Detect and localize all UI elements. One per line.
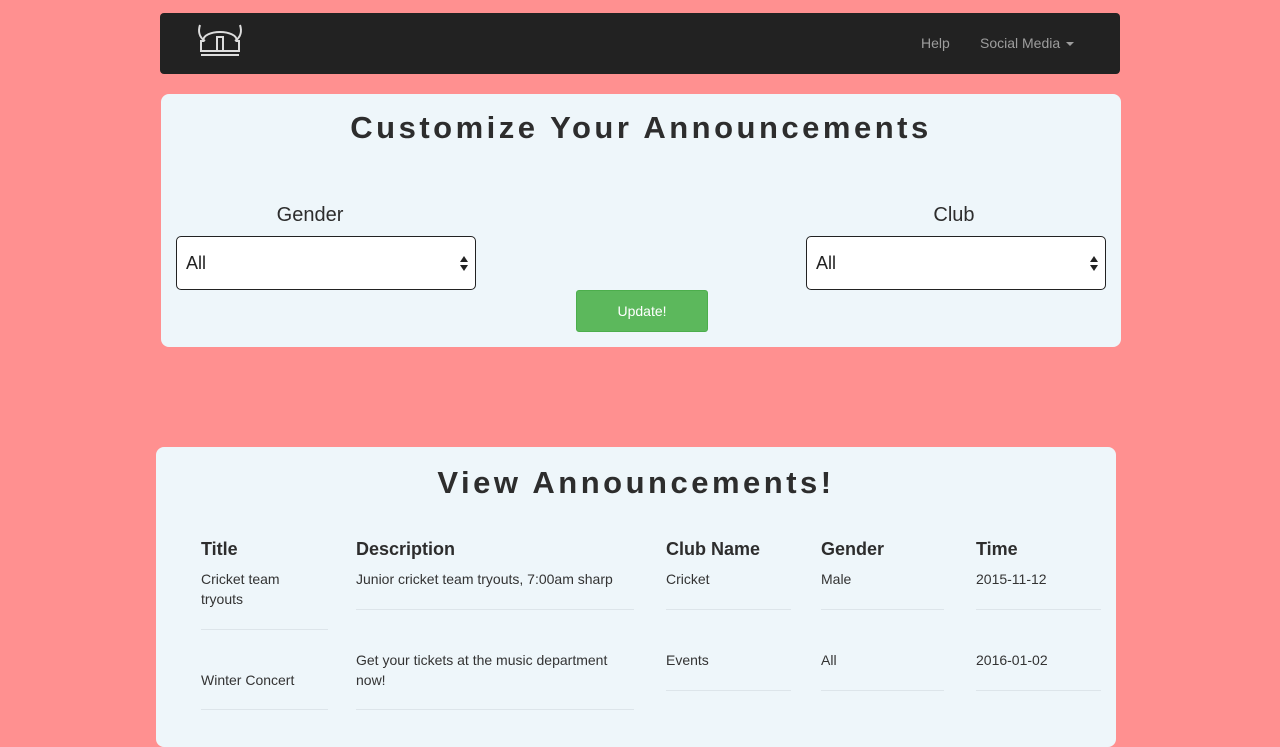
- navbar: Help Social Media: [160, 13, 1120, 74]
- table-cell-gender: All: [821, 652, 837, 668]
- select-arrows-icon: [1089, 255, 1099, 273]
- row-divider: [356, 709, 634, 710]
- club-select-value: All: [816, 253, 837, 273]
- table-cell-time: 2015-11-12: [976, 571, 1047, 587]
- customize-title: Customize Your Announcements: [350, 110, 932, 145]
- table-cell-club: Cricket: [666, 571, 710, 587]
- nav-social-media-dropdown[interactable]: Social Media: [980, 35, 1075, 51]
- row-divider: [666, 609, 791, 610]
- caret-down-icon: [1066, 42, 1075, 47]
- select-arrows-icon: [459, 255, 469, 273]
- row-divider: [666, 690, 791, 691]
- table-cell-club: Events: [666, 652, 709, 668]
- table-cell-description: Get your tickets at the music department…: [356, 652, 608, 688]
- table-cell-gender: Male: [821, 571, 852, 587]
- row-divider: [201, 709, 328, 710]
- view-title: View Announcements!: [437, 465, 835, 500]
- view-announcements-panel: View Announcements! Title Description Cl…: [156, 447, 1116, 747]
- column-header-time: Time: [976, 539, 1018, 559]
- gender-select-value: All: [186, 253, 207, 273]
- column-header-title: Title: [201, 539, 238, 559]
- column-header-description: Description: [356, 539, 456, 559]
- table-cell-title: Winter Concert: [201, 672, 295, 688]
- table-cell-description: Junior cricket team tryouts, 7:00am shar…: [356, 571, 613, 587]
- gender-select[interactable]: All: [176, 236, 476, 290]
- row-divider: [821, 609, 944, 610]
- column-header-club-name: Club Name: [666, 539, 761, 559]
- club-label: Club: [933, 204, 975, 226]
- row-divider: [821, 690, 944, 691]
- table-cell-title: Cricket team tryouts: [201, 571, 280, 607]
- row-divider: [976, 609, 1101, 610]
- row-divider: [976, 690, 1101, 691]
- social-media-label: Social Media: [980, 35, 1061, 51]
- row-divider: [201, 629, 328, 630]
- gender-label: Gender: [276, 204, 344, 226]
- update-button[interactable]: Update!: [576, 290, 708, 332]
- nav-help-link[interactable]: Help: [921, 35, 950, 51]
- column-header-gender: Gender: [821, 539, 885, 559]
- club-select[interactable]: All: [806, 236, 1106, 290]
- row-divider: [356, 609, 634, 610]
- customize-panel: Customize Your Announcements Gender All …: [161, 94, 1121, 347]
- table-cell-time: 2016-01-02: [976, 652, 1048, 668]
- viking-helmet-icon[interactable]: [195, 19, 245, 63]
